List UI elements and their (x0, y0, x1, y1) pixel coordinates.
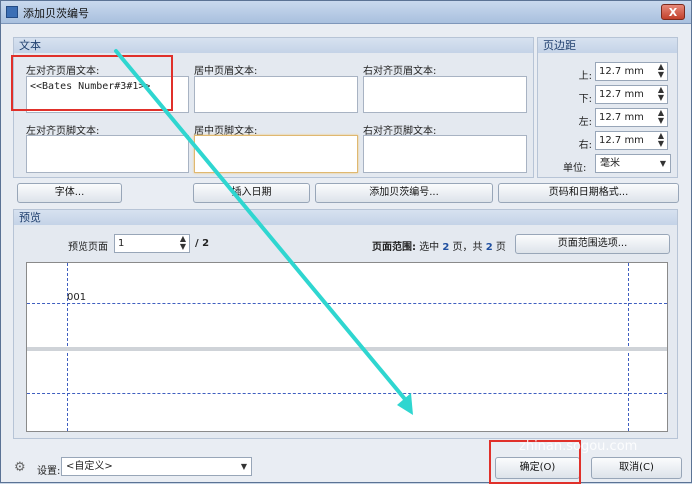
sogou-logo-icon: S (523, 403, 545, 425)
add-bates-dialog: 添加贝茨编号 X 文本 左对齐页眉文本: <<Bates Number#3#1>… (0, 0, 692, 484)
watermark-url: zhinan.sogou.com (519, 439, 638, 454)
watermark-brand: 搜狗指南 (551, 408, 616, 427)
